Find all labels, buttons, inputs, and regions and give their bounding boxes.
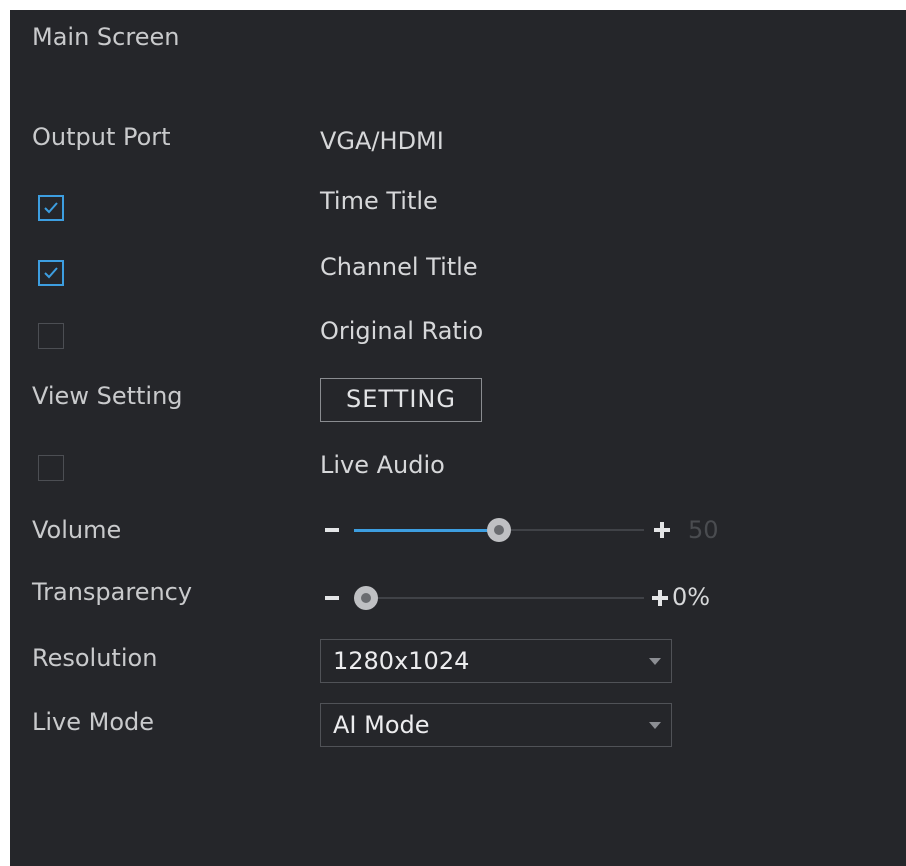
transparency-slider-track[interactable]	[354, 597, 644, 599]
resolution-select[interactable]: 1280x1024	[320, 639, 672, 683]
plus-icon[interactable]	[653, 520, 671, 540]
volume-label: Volume	[32, 516, 122, 544]
live-mode-select[interactable]: AI Mode	[320, 703, 672, 747]
resolution-selected-value: 1280x1024	[333, 647, 470, 675]
checkmark-icon	[44, 267, 58, 279]
minus-icon[interactable]	[325, 596, 339, 600]
setting-button[interactable]: SETTING	[320, 378, 482, 422]
volume-slider-knob[interactable]	[487, 518, 511, 542]
transparency-label: Transparency	[32, 578, 193, 606]
page-title: Main Screen	[32, 23, 180, 51]
transparency-slider-knob[interactable]	[354, 586, 378, 610]
transparency-value: 0%	[672, 583, 711, 611]
minus-icon[interactable]	[325, 528, 339, 532]
checkmark-icon	[44, 202, 58, 214]
live-mode-selected-value: AI Mode	[333, 711, 430, 739]
plus-icon[interactable]	[651, 588, 669, 608]
time-title-label: Time Title	[320, 187, 438, 215]
live-audio-label: Live Audio	[320, 451, 445, 479]
volume-value: 50	[688, 516, 719, 544]
channel-title-checkbox[interactable]	[38, 260, 64, 286]
output-port-label: Output Port	[32, 123, 171, 151]
resolution-label: Resolution	[32, 644, 158, 672]
volume-slider-fill	[354, 529, 499, 532]
chevron-down-icon	[649, 722, 661, 729]
main-screen-panel: Main Screen Output Port VGA/HDMI Time Ti…	[10, 10, 906, 866]
original-ratio-checkbox[interactable]	[38, 323, 64, 349]
channel-title-label: Channel Title	[320, 253, 478, 281]
view-setting-label: View Setting	[32, 382, 183, 410]
chevron-down-icon	[649, 658, 661, 665]
live-mode-label: Live Mode	[32, 708, 155, 736]
live-audio-checkbox[interactable]	[38, 455, 64, 481]
output-port-value: VGA/HDMI	[320, 127, 444, 155]
original-ratio-label: Original Ratio	[320, 317, 484, 345]
time-title-checkbox[interactable]	[38, 195, 64, 221]
